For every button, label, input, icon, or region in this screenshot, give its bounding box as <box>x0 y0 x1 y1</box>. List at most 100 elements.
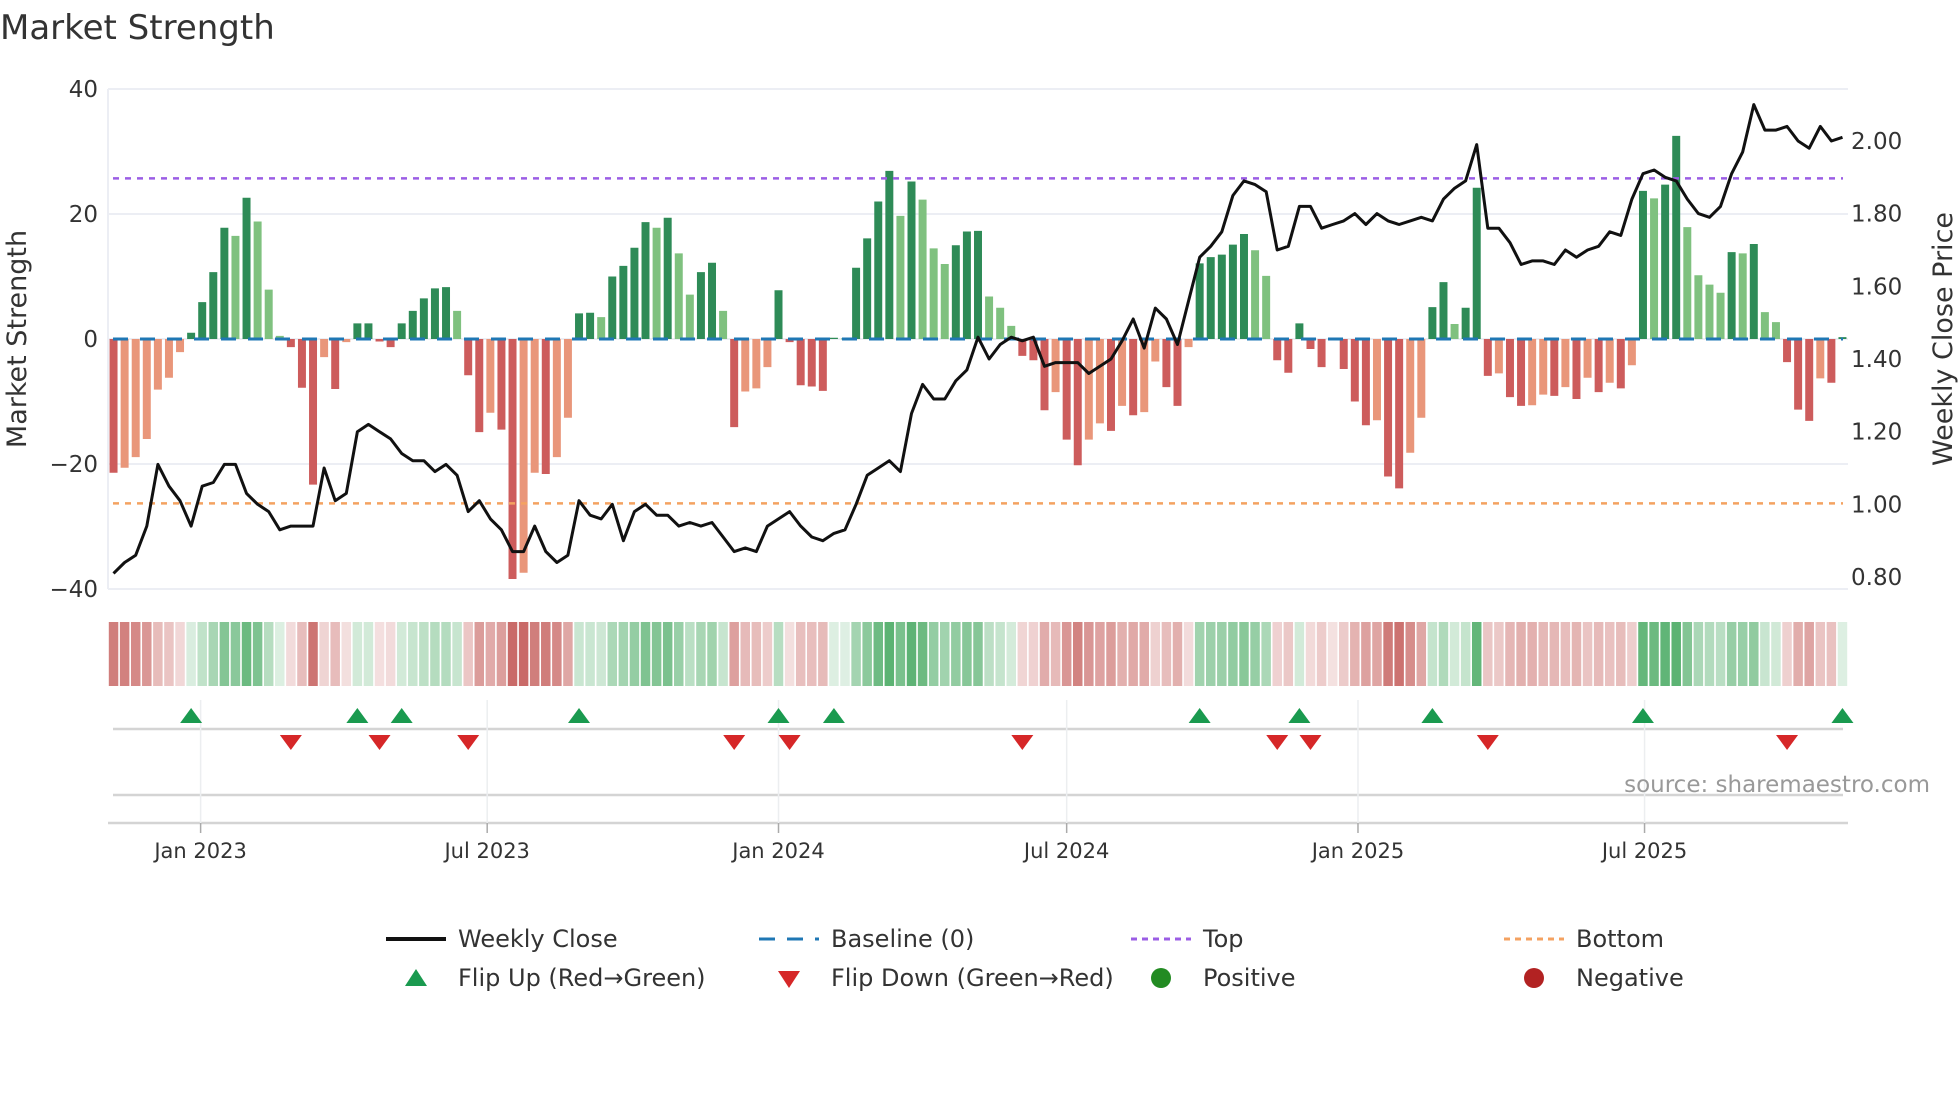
heat-cell <box>153 622 163 686</box>
heat-cell <box>1316 622 1327 686</box>
strength-bar <box>297 339 306 388</box>
heat-cell <box>795 622 806 686</box>
heat-cell <box>230 622 241 686</box>
heat-cell <box>840 622 850 686</box>
strength-bar <box>1428 307 1437 339</box>
heat-cell <box>1372 622 1382 686</box>
strength-bar <box>1705 284 1714 339</box>
strength-bar <box>464 339 473 376</box>
heat-cell <box>363 622 374 686</box>
heat-cell <box>729 622 739 686</box>
heat-cell <box>807 622 817 686</box>
heat-cell <box>674 622 684 686</box>
strength-bar <box>264 289 273 339</box>
strength-bar <box>1794 339 1803 410</box>
strength-bar <box>408 310 417 339</box>
heat-cell <box>851 622 861 686</box>
heat-cell <box>818 622 828 686</box>
heat-cell <box>130 622 141 686</box>
heat-cell <box>252 622 263 686</box>
strength-bar <box>730 339 739 428</box>
strength-bar <box>996 307 1005 339</box>
heat-cell <box>1305 622 1316 686</box>
strength-bar <box>1716 292 1725 339</box>
heat-cell <box>1737 622 1748 686</box>
strength-bar <box>1771 322 1780 339</box>
strength-bar <box>1583 339 1592 378</box>
strength-bar <box>608 276 617 339</box>
heat-cell <box>1649 622 1659 686</box>
heat-cell <box>1760 622 1770 686</box>
strength-bar <box>1395 339 1404 489</box>
y-tick-label: −40 <box>49 577 98 603</box>
flip-up-marker <box>180 708 203 723</box>
y-tick-label: 0 <box>83 327 98 353</box>
flip-down-marker <box>1266 735 1289 750</box>
heat-cell <box>962 622 972 686</box>
strength-bar <box>1760 312 1769 339</box>
heat-cell <box>1228 622 1238 686</box>
strength-bar <box>331 339 340 389</box>
strength-bar <box>1184 339 1193 348</box>
strength-bar <box>1505 339 1514 398</box>
strength-bar <box>907 181 916 339</box>
strength-bar <box>1561 339 1570 388</box>
heat-cell <box>1261 622 1271 686</box>
strength-bar <box>1140 339 1149 413</box>
grid-lines <box>107 88 1848 825</box>
y2-tick-label: 2.00 <box>1851 129 1902 155</box>
heat-cell <box>1571 622 1582 686</box>
strength-bar <box>685 294 694 339</box>
heat-cell <box>1161 622 1172 686</box>
heat-cell <box>1394 622 1404 686</box>
strength-bar <box>652 227 661 339</box>
strength-bar <box>1572 339 1581 399</box>
heat-cell <box>740 622 751 686</box>
heat-cell <box>1460 622 1471 686</box>
heat-cell <box>773 622 784 686</box>
y-tick-label: −20 <box>49 452 98 478</box>
heat-cell <box>1128 622 1138 686</box>
strength-bar <box>1273 339 1282 361</box>
heat-cell <box>995 622 1005 686</box>
source-label: source: sharemaestro.com <box>1624 772 1930 798</box>
strength-bar <box>231 235 240 339</box>
strength-bar <box>741 339 750 392</box>
strength-bar <box>142 339 151 439</box>
strength-bar <box>1472 187 1481 339</box>
heat-cell <box>1471 622 1482 686</box>
strength-bar <box>1262 275 1271 339</box>
heat-cell <box>1294 622 1305 686</box>
heat-cell <box>1017 622 1028 686</box>
flip-up-marker <box>1288 708 1311 723</box>
flip-down-marker <box>457 735 480 750</box>
heat-cell <box>1117 622 1127 686</box>
flip-down-marker <box>1011 735 1034 750</box>
heat-cell <box>751 622 762 686</box>
y2-tick-label: 1.20 <box>1851 420 1902 446</box>
strength-bar <box>309 339 318 485</box>
heat-cell <box>1604 622 1615 686</box>
heat-cell <box>1815 622 1826 686</box>
heat-cell <box>640 622 651 686</box>
strength-bar <box>1084 339 1093 440</box>
strength-bar <box>929 248 938 339</box>
heat-cell <box>275 622 285 686</box>
heat-cell <box>496 622 507 686</box>
y2-tick-label: 1.80 <box>1851 202 1902 228</box>
heat-cell <box>1793 622 1803 686</box>
strength-bar <box>1406 339 1415 453</box>
heat-cell <box>662 622 673 686</box>
strength-bars <box>109 135 1847 579</box>
strength-bar <box>1450 324 1459 339</box>
heat-cell <box>585 622 595 686</box>
flip-up-marker <box>822 708 845 723</box>
y2-tick-label: 1.00 <box>1851 492 1902 518</box>
heat-cell <box>685 622 695 686</box>
strength-bar <box>1483 339 1492 376</box>
heat-cell <box>862 622 872 686</box>
y2-tick-label: 0.80 <box>1851 565 1902 591</box>
heat-cell <box>1361 622 1371 686</box>
strength-bar <box>1661 184 1670 339</box>
heat-cell <box>1682 622 1693 686</box>
